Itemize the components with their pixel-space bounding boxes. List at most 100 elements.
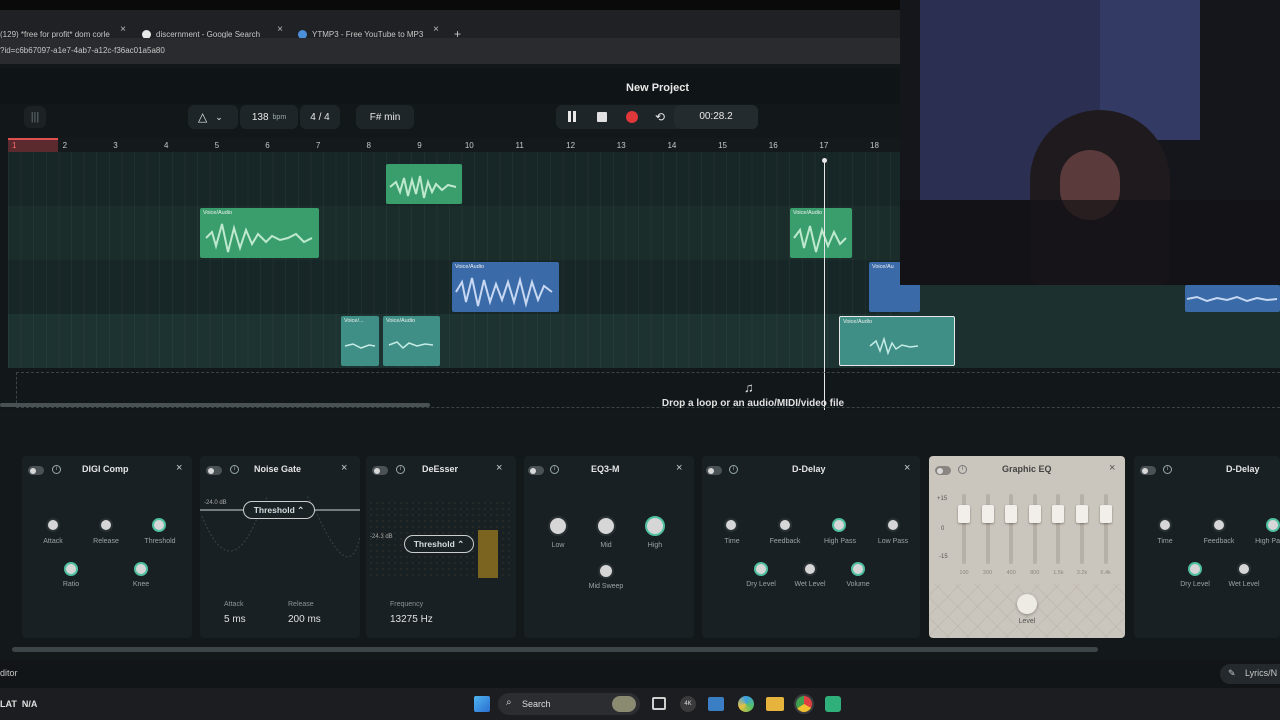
toggle-switch[interactable] xyxy=(28,466,44,475)
info-icon[interactable]: i xyxy=(958,465,967,474)
high-pass-knob[interactable] xyxy=(832,518,846,532)
ratio-knob[interactable] xyxy=(64,562,78,576)
attack-knob[interactable] xyxy=(46,518,60,532)
bpm-value: 138 xyxy=(251,111,269,123)
timeline-scrollbar[interactable] xyxy=(0,403,430,407)
audio-clip[interactable]: Voice/Audio xyxy=(383,316,440,366)
close-icon[interactable]: × xyxy=(433,24,439,35)
info-icon[interactable]: i xyxy=(550,465,559,474)
project-title[interactable]: New Project xyxy=(600,82,715,94)
threshold-dropdown[interactable]: Threshold ⌃ xyxy=(243,501,315,519)
piano-icon[interactable]: ||| xyxy=(24,106,46,128)
time-signature[interactable]: 4 / 4 xyxy=(300,105,340,129)
feedback-knob[interactable] xyxy=(778,518,792,532)
close-icon[interactable]: × xyxy=(176,462,182,474)
time-knob[interactable] xyxy=(1158,518,1172,532)
high-knob[interactable] xyxy=(645,516,665,536)
key-selector[interactable]: F# min xyxy=(356,105,414,129)
audio-clip[interactable]: Voice/... xyxy=(341,316,379,366)
knee-knob[interactable] xyxy=(134,562,148,576)
toggle-switch[interactable] xyxy=(935,466,951,475)
threshold-knob[interactable] xyxy=(152,518,166,532)
threshold-dropdown[interactable]: Threshold ⌃ xyxy=(404,535,474,553)
eq-band-thumb[interactable] xyxy=(981,504,994,523)
audio-clip-selected[interactable]: Voice/Audio xyxy=(839,316,955,366)
close-icon[interactable]: × xyxy=(277,24,283,35)
time-knob[interactable] xyxy=(724,518,738,532)
close-icon[interactable]: × xyxy=(904,462,910,474)
app-icon[interactable] xyxy=(825,696,841,712)
audio-clip[interactable] xyxy=(1185,285,1280,312)
release-value[interactable]: 200 ms xyxy=(288,614,321,625)
high-pass-knob[interactable] xyxy=(1266,518,1280,532)
toggle-switch[interactable] xyxy=(1140,466,1156,475)
info-icon[interactable]: i xyxy=(396,465,405,474)
knob-label: Release xyxy=(93,538,119,545)
timeline-ruler[interactable] xyxy=(8,138,900,152)
attack-label: Attack xyxy=(224,601,244,608)
wet-level-knob[interactable] xyxy=(1237,562,1251,576)
close-icon[interactable]: × xyxy=(341,462,347,474)
mid-sweep-knob[interactable] xyxy=(598,563,614,579)
audio-clip[interactable]: Voice/Audio xyxy=(452,262,559,312)
info-icon[interactable]: i xyxy=(1163,465,1172,474)
playhead-handle[interactable] xyxy=(822,158,827,163)
toggle-switch[interactable] xyxy=(706,466,722,475)
os-taskbar: LAT N/A ⌕ Search 4K xyxy=(0,688,1280,720)
toggle-switch[interactable] xyxy=(528,466,544,475)
metronome-button[interactable]: △ ⌄ xyxy=(188,105,238,129)
eq-band-thumb[interactable] xyxy=(1076,504,1088,523)
close-icon[interactable]: × xyxy=(496,462,502,474)
low-pass-knob[interactable] xyxy=(886,518,900,532)
copilot-icon[interactable] xyxy=(738,696,754,712)
toggle-switch[interactable] xyxy=(372,466,388,475)
knob-label: Threshold xyxy=(144,538,176,545)
eq-band-thumb[interactable] xyxy=(1028,504,1041,523)
ruler-bar-number: 6 xyxy=(265,141,270,150)
ruler-bar-number: 15 xyxy=(718,141,727,150)
info-icon[interactable]: i xyxy=(230,465,239,474)
low-knob[interactable] xyxy=(548,516,568,536)
level-knob[interactable] xyxy=(1017,594,1037,614)
audio-clip[interactable]: Voice/Audio xyxy=(790,208,852,258)
info-icon[interactable]: i xyxy=(52,465,61,474)
eq-band-thumb[interactable] xyxy=(958,504,970,523)
audio-clip[interactable]: Voice/Audio xyxy=(200,208,319,258)
eq-band-thumb[interactable] xyxy=(1005,504,1018,523)
frequency-value[interactable]: 13275 Hz xyxy=(390,614,433,625)
feedback-knob[interactable] xyxy=(1212,518,1226,532)
task-view-icon[interactable] xyxy=(652,697,666,710)
file-explorer-icon[interactable] xyxy=(766,697,784,711)
effects-scrollbar[interactable] xyxy=(12,647,1098,652)
mid-knob[interactable] xyxy=(596,516,616,536)
weather-widget[interactable]: LAT N/A xyxy=(0,699,37,709)
pause-icon[interactable] xyxy=(567,111,577,123)
close-icon[interactable]: × xyxy=(1109,462,1115,474)
audio-clip[interactable] xyxy=(386,164,462,204)
record-icon[interactable] xyxy=(626,111,638,123)
toggle-switch[interactable] xyxy=(206,466,222,475)
attack-value[interactable]: 5 ms xyxy=(224,614,246,625)
eq-band-thumb[interactable] xyxy=(1099,504,1112,523)
eq-band-thumb[interactable] xyxy=(1052,504,1065,523)
bpm-field[interactable]: 138 bpm xyxy=(240,105,298,129)
loop-icon[interactable]: ⟲ xyxy=(655,110,665,124)
close-icon[interactable]: × xyxy=(120,24,126,35)
close-icon[interactable]: × xyxy=(676,462,682,474)
status-bar: ditor ✎ Lyrics/N xyxy=(0,660,1280,688)
chrome-icon[interactable] xyxy=(796,696,812,712)
app-4k-icon[interactable]: 4K xyxy=(680,696,696,712)
info-icon[interactable]: i xyxy=(729,465,738,474)
editor-tab[interactable]: ditor xyxy=(0,668,18,678)
knob-label: Volume xyxy=(846,581,870,588)
wet-level-knob[interactable] xyxy=(803,562,817,576)
volume-knob[interactable] xyxy=(851,562,865,576)
stop-icon[interactable] xyxy=(597,112,607,122)
address-bar[interactable]: ?id=c6b67097-a1e7-4ab7-a12c-f36ac01a5a80 xyxy=(0,38,900,64)
windows-start-icon[interactable] xyxy=(474,696,490,712)
release-knob[interactable] xyxy=(99,518,113,532)
dry-level-knob[interactable] xyxy=(754,562,768,576)
app-icon[interactable] xyxy=(708,697,724,711)
dry-level-knob[interactable] xyxy=(1188,562,1202,576)
frequency-band xyxy=(478,530,498,578)
